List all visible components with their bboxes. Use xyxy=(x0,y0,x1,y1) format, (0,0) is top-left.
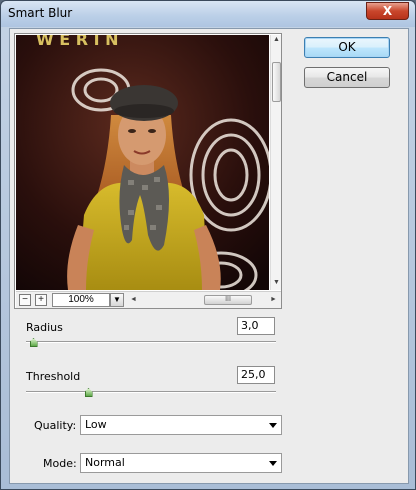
scroll-right-icon[interactable]: ► xyxy=(270,294,277,306)
scroll-down-icon[interactable]: ▼ xyxy=(272,279,281,286)
dialog-window: Smart Blur X W E R I N ▲ ▼ − + 100% ▼ ◄ … xyxy=(0,0,416,490)
ok-button[interactable]: OK xyxy=(304,37,390,58)
mode-select[interactable]: Normal xyxy=(80,453,282,473)
preview-zoom-bar: − + 100% ▼ ◄ III ► xyxy=(16,291,281,308)
zoom-level-field[interactable]: 100% xyxy=(52,293,110,307)
zoom-out-icon: − xyxy=(22,294,28,305)
scroll-left-icon[interactable]: ◄ xyxy=(130,294,137,306)
zoom-out-button[interactable]: − xyxy=(19,294,31,306)
zoom-in-icon: + xyxy=(38,294,44,305)
quality-selected-value: Low xyxy=(85,418,107,431)
dialog-body: W E R I N ▲ ▼ − + 100% ▼ ◄ III ► OK Canc… xyxy=(9,28,409,484)
radius-input[interactable]: 3,0 xyxy=(237,317,275,335)
chevron-down-icon: ▼ xyxy=(113,295,121,304)
vertical-scroll-thumb[interactable] xyxy=(272,62,281,102)
horizontal-scroll-thumb[interactable]: III xyxy=(204,295,252,305)
threshold-slider-knob[interactable] xyxy=(84,388,93,397)
close-icon: X xyxy=(382,4,393,18)
close-button[interactable]: X xyxy=(366,2,409,20)
zoom-in-button[interactable]: + xyxy=(35,294,47,306)
window-title: Smart Blur xyxy=(8,6,73,20)
quality-label: Quality: xyxy=(34,419,77,432)
preview-image[interactable]: W E R I N xyxy=(16,35,269,290)
mode-selected-value: Normal xyxy=(85,456,125,469)
mode-label: Mode: xyxy=(43,457,77,470)
threshold-slider-track[interactable] xyxy=(26,391,276,393)
threshold-input[interactable]: 25,0 xyxy=(237,366,275,384)
chevron-down-icon xyxy=(269,423,277,428)
threshold-label: Threshold xyxy=(26,370,81,383)
backdrop-lettering: W E R I N xyxy=(36,35,119,49)
radius-slider-track[interactable] xyxy=(26,341,276,343)
preview-vertical-scrollbar[interactable]: ▲ ▼ xyxy=(270,35,281,290)
radius-slider-knob[interactable] xyxy=(29,338,38,347)
radius-label: Radius xyxy=(26,321,63,334)
quality-select[interactable]: Low xyxy=(80,415,282,435)
chevron-down-icon xyxy=(269,461,277,466)
scroll-up-icon[interactable]: ▲ xyxy=(272,36,281,43)
zoom-dropdown-button[interactable]: ▼ xyxy=(110,293,124,307)
preview-photo: W E R I N xyxy=(16,35,269,290)
title-bar[interactable]: Smart Blur X xyxy=(1,1,415,27)
preview-horizontal-scrollbar[interactable]: ◄ III ► xyxy=(128,294,280,306)
preview-panel: W E R I N ▲ ▼ − + 100% ▼ ◄ III ► xyxy=(14,33,282,309)
cancel-button[interactable]: Cancel xyxy=(304,67,390,88)
